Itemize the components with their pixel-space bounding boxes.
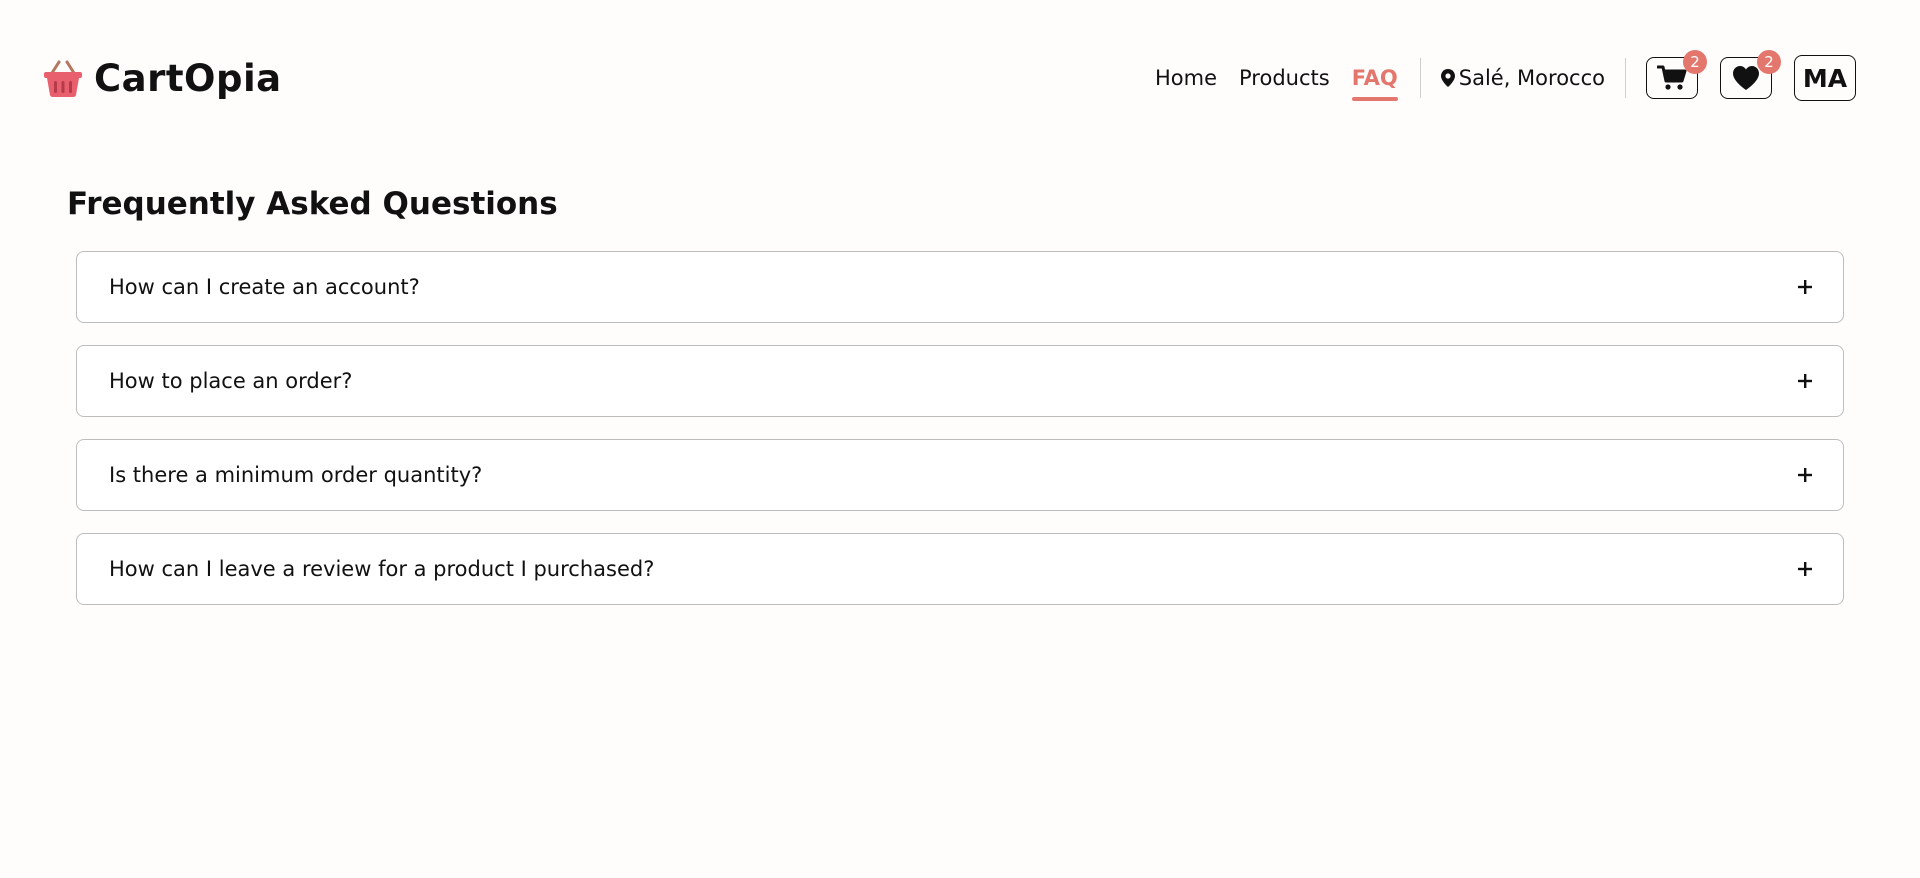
nav-link-products[interactable]: Products xyxy=(1239,54,1330,102)
nav-divider xyxy=(1419,58,1421,98)
nav-link-faq[interactable]: FAQ xyxy=(1351,54,1398,102)
faq-item[interactable]: How to place an order? xyxy=(76,345,1844,417)
wishlist-button[interactable]: 2 xyxy=(1719,50,1781,99)
nav-link-home[interactable]: Home xyxy=(1155,54,1217,102)
faq-item[interactable]: How can I create an account? xyxy=(76,251,1844,323)
location-label: Salé, Morocco xyxy=(1458,66,1605,90)
main-nav: Home Products FAQ Salé, Morocco 2 2 MA xyxy=(1155,50,1856,102)
faq-question: How to place an order? xyxy=(109,369,353,393)
page-title: Frequently Asked Questions xyxy=(67,186,558,222)
faq-question: How can I leave a review for a product I… xyxy=(109,557,655,581)
cart-count-badge: 2 xyxy=(1682,50,1707,74)
plus-icon[interactable] xyxy=(1797,561,1813,577)
basket-icon xyxy=(44,60,82,97)
faq-question: Is there a minimum order quantity? xyxy=(109,463,483,487)
plus-icon[interactable] xyxy=(1797,467,1813,483)
heart-icon xyxy=(1732,66,1759,90)
user-avatar-button[interactable]: MA xyxy=(1793,55,1856,101)
faq-list: How can I create an account? How to plac… xyxy=(76,251,1844,627)
site-header: CartOpia Home Products FAQ Salé, Morocco… xyxy=(0,0,1920,155)
nav-divider xyxy=(1624,58,1626,98)
faq-item[interactable]: How can I leave a review for a product I… xyxy=(76,533,1844,605)
location-selector[interactable]: Salé, Morocco xyxy=(1440,66,1605,90)
plus-icon[interactable] xyxy=(1797,279,1813,295)
faq-question: How can I create an account? xyxy=(109,275,420,299)
faq-item[interactable]: Is there a minimum order quantity? xyxy=(76,439,1844,511)
brand[interactable]: CartOpia xyxy=(42,54,282,102)
cart-button[interactable]: 2 xyxy=(1645,50,1707,99)
brand-name: CartOpia xyxy=(94,56,282,100)
plus-icon[interactable] xyxy=(1797,373,1813,389)
cart-icon xyxy=(1656,65,1687,90)
wishlist-count-badge: 2 xyxy=(1756,50,1781,74)
map-pin-icon xyxy=(1440,69,1455,87)
